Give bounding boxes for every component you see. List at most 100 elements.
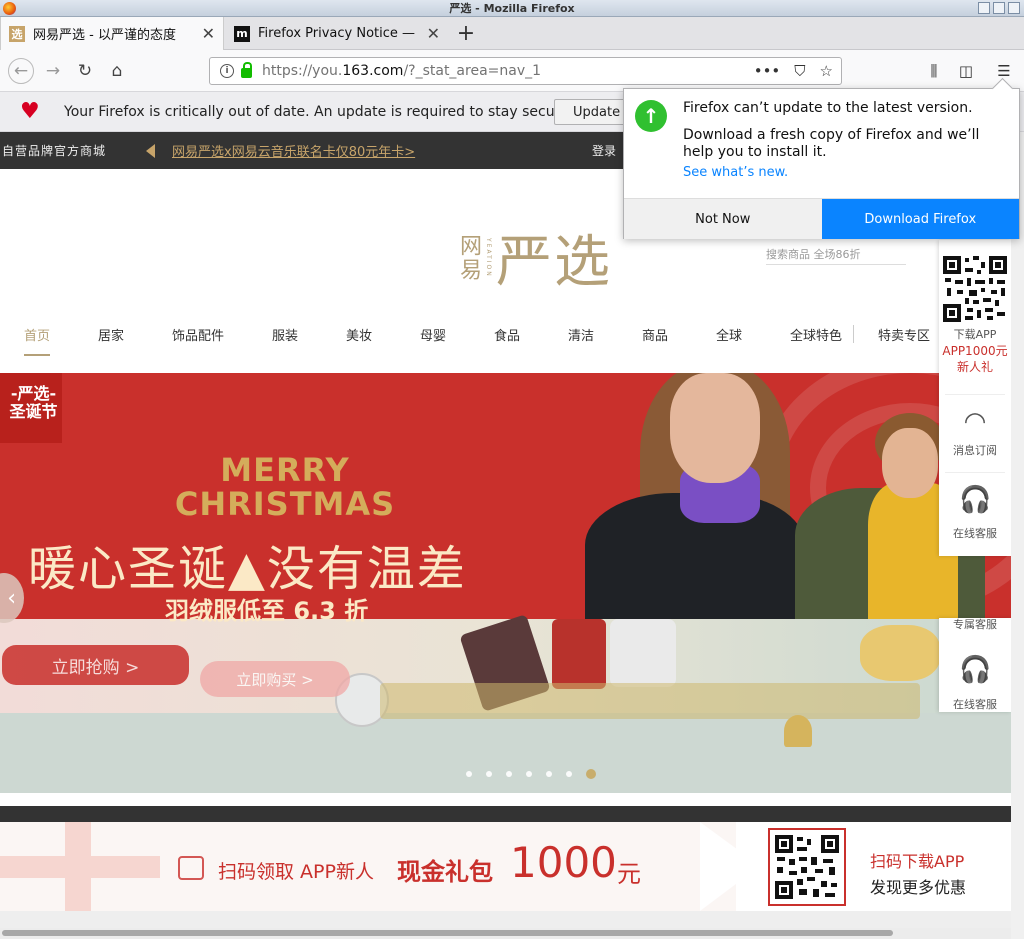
site-info-icon[interactable]: i xyxy=(220,64,234,78)
banner-sale-text: 羽绒服低至 6.3 折 xyxy=(165,597,369,625)
category-item[interactable]: 居家 xyxy=(98,325,124,344)
floating-sidebar: 下载APP APP1000元 新人礼 ◠ 消息订阅 🎧 在线客服 xyxy=(939,240,1011,556)
close-tab-icon[interactable]: ✕ xyxy=(427,24,440,43)
url-text[interactable]: https://you.163.com/?_stat_area=nav_1 xyxy=(262,63,541,79)
sidebar-toggle-icon[interactable]: ◫ xyxy=(953,58,979,84)
category-item[interactable]: 服装 xyxy=(272,325,298,344)
pocket-icon[interactable]: ⛉ xyxy=(794,62,805,80)
scan-icon xyxy=(178,856,204,880)
back-button[interactable]: ← xyxy=(8,58,34,84)
carousel-dot[interactable] xyxy=(546,771,552,777)
category-item[interactable]: 清洁 xyxy=(568,325,594,344)
category-item[interactable]: 全球 xyxy=(716,325,742,344)
category-item[interactable]: 饰品配件 xyxy=(172,325,224,344)
new-tab-button[interactable]: + xyxy=(452,17,480,50)
library-icon[interactable]: ⫼ xyxy=(921,58,947,84)
floating-sidebar-duplicate: 专属客服 🎧 在线客服 xyxy=(939,618,1011,712)
window-titlebar: 严选 - Mozilla Firefox xyxy=(0,0,1024,17)
url-bar[interactable]: i https://you.163.com/?_stat_area=nav_1 … xyxy=(209,57,842,85)
navigation-toolbar: ← → ↻ ⌂ i https://you.163.com/?_stat_are… xyxy=(0,50,1024,92)
buy-now-button[interactable]: 立即抢购 > xyxy=(2,645,189,685)
category-item[interactable]: 特卖专区 xyxy=(878,325,930,344)
site-logo[interactable]: 网易 YEATION 严选 xyxy=(455,217,612,298)
banner-gift-floor xyxy=(0,713,1011,793)
app-download-label: 扫码下载APP xyxy=(870,852,965,871)
tab-yanxuan[interactable]: 选 网易严选 - 以严谨的态度 ✕ xyxy=(0,17,224,50)
forward-button[interactable]: → xyxy=(40,58,66,84)
app-download-banner[interactable]: 扫码领取 APP新人 现金礼包 1000 元 扫码下载APP 发现更多优惠 xyxy=(0,822,1011,911)
home-button[interactable]: ⌂ xyxy=(104,58,130,84)
carousel-dot[interactable] xyxy=(466,771,472,777)
vertical-scrollbar[interactable] xyxy=(1011,132,1024,939)
window-title: 严选 - Mozilla Firefox xyxy=(449,2,575,15)
merry-christmas-text: MERRY CHRISTMAS xyxy=(174,451,396,523)
headset-icon[interactable]: 🎧 xyxy=(959,484,991,516)
app-reward-label-2[interactable]: 新人礼 xyxy=(939,360,1011,374)
not-now-button[interactable]: Not Now xyxy=(624,199,822,239)
carousel-dot-active[interactable] xyxy=(586,769,596,779)
tab-privacy-notice[interactable]: m Firefox Privacy Notice — M ✕ xyxy=(226,17,448,50)
update-arrow-icon: ↑ xyxy=(635,100,667,132)
bookmark-star-icon[interactable]: ☆ xyxy=(820,62,833,80)
category-divider xyxy=(853,325,854,343)
carousel-dots xyxy=(466,769,596,779)
horizontal-scrollbar[interactable] xyxy=(0,928,1011,939)
app-banner-chevron xyxy=(700,822,760,911)
category-item[interactable]: 食品 xyxy=(494,325,520,344)
scrollbar-thumb[interactable] xyxy=(2,930,893,936)
whats-new-link[interactable]: See what’s new. xyxy=(683,165,788,180)
mozilla-favicon-icon: m xyxy=(234,25,250,42)
purchase-now-button[interactable]: 立即购买 > xyxy=(200,661,350,697)
app-download-qr-code xyxy=(768,828,846,906)
sidebar-divider xyxy=(945,472,1005,473)
carousel-dot[interactable] xyxy=(566,771,572,777)
site-slogan: 自营品牌官方商城 xyxy=(2,144,107,158)
heart-pulse-icon: ♥ xyxy=(20,99,40,124)
feed-label[interactable]: 消息订阅 xyxy=(939,444,1011,458)
festival-tag: -严选- 圣诞节 xyxy=(0,373,62,443)
update-message: Your Firefox is critically out of date. … xyxy=(64,103,574,120)
category-item[interactable]: 美妆 xyxy=(346,325,372,344)
carousel-dot[interactable] xyxy=(486,771,492,777)
next-section-peek xyxy=(0,911,1011,928)
maximize-button[interactable] xyxy=(993,2,1005,14)
model-man-face xyxy=(882,428,938,498)
firefox-logo-icon xyxy=(3,2,16,15)
minimize-button[interactable] xyxy=(978,2,990,14)
close-window-button[interactable] xyxy=(1008,2,1020,14)
tab-strip: 选 网易严选 - 以严谨的态度 ✕ m Firefox Privacy Noti… xyxy=(0,17,1024,50)
login-link[interactable]: 登录 xyxy=(592,142,616,159)
popup-heading: Firefox can’t update to the latest versi… xyxy=(683,100,973,116)
app-banner-unit: 元 xyxy=(617,860,641,888)
headset-icon[interactable]: 🎧 xyxy=(959,654,991,686)
category-nav: 首页 居家 饰品配件 服装 美妆 母婴 食品 清洁 商品 全球 全球特色 特卖专… xyxy=(0,319,940,356)
rss-feed-icon[interactable]: ◠ xyxy=(959,406,991,438)
customer-service-label[interactable]: 在线客服 xyxy=(939,527,1011,541)
search-input[interactable]: 搜索商品 全场86折 xyxy=(766,246,906,265)
category-item[interactable]: 母婴 xyxy=(420,325,446,344)
app-banner-text-2: 现金礼包 xyxy=(397,858,493,886)
pumpkin-decoration xyxy=(860,625,940,681)
reload-button[interactable]: ↻ xyxy=(72,58,98,84)
download-firefox-button[interactable]: Download Firefox xyxy=(821,199,1019,239)
app-reward-label[interactable]: APP1000元 xyxy=(939,344,1011,358)
app-discover-label: 发现更多优惠 xyxy=(870,878,967,897)
carousel-dot[interactable] xyxy=(526,771,532,777)
category-home[interactable]: 首页 xyxy=(24,325,51,356)
customer-service-label[interactable]: 在线客服 xyxy=(939,698,1011,712)
download-app-label: 下载APP xyxy=(953,328,997,341)
gift-ribbon-decoration xyxy=(0,856,160,878)
tab-label: 网易严选 - 以严谨的态度 xyxy=(33,28,176,43)
close-tab-icon[interactable]: ✕ xyxy=(202,24,215,43)
carousel-dot[interactable] xyxy=(506,771,512,777)
category-item[interactable]: 全球特色 xyxy=(790,325,842,344)
hero-banner[interactable]: -严选- 圣诞节 MERRY CHRISTMAS 暖心圣诞▲没有温差 羽绒服低至… xyxy=(0,373,1011,793)
model-woman-face xyxy=(670,373,760,483)
promo-link[interactable]: 网易严选x网易云音乐联名卡仅80元年卡> xyxy=(172,141,415,160)
mug-decoration xyxy=(610,619,676,687)
category-item[interactable]: 商品 xyxy=(642,325,668,344)
bell-decoration xyxy=(784,715,812,747)
update-doorhanger-popup: ↑ Firefox can’t update to the latest ver… xyxy=(623,88,1020,239)
page-actions-icon[interactable]: ••• xyxy=(754,62,781,80)
speaker-icon xyxy=(146,144,155,158)
